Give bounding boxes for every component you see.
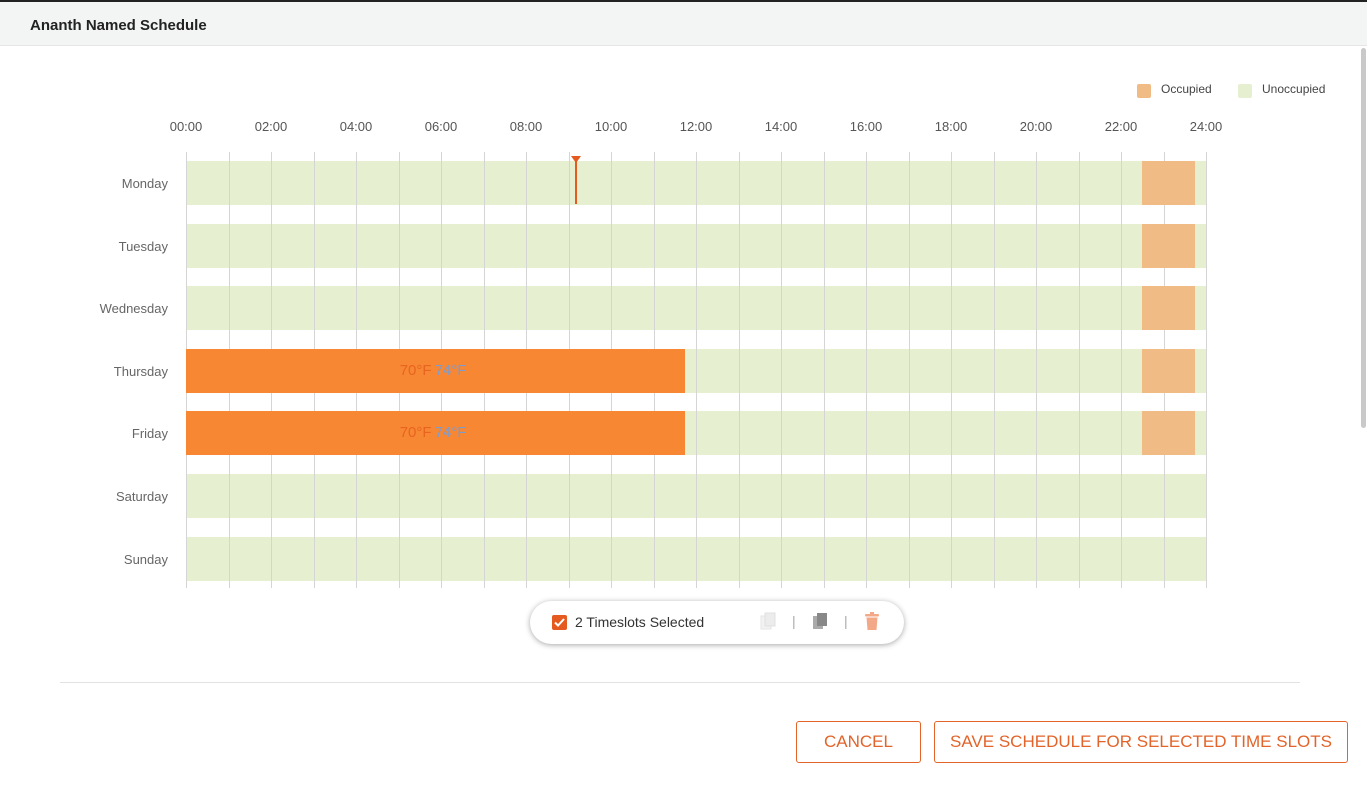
trash-icon[interactable] [864, 612, 880, 636]
save-schedule-button[interactable]: SAVE SCHEDULE FOR SELECTED TIME SLOTS [934, 721, 1348, 763]
copy-disabled-icon [760, 612, 776, 636]
occupied-timeslot[interactable] [1142, 348, 1196, 393]
occupied-timeslot[interactable] [1142, 286, 1196, 331]
hour-gridline [866, 152, 867, 588]
toolbar-separator: | [792, 613, 796, 629]
legend-unoccupied-label: Unoccupied [1262, 82, 1326, 96]
selection-toolbar: 2 Timeslots Selected | | [530, 601, 904, 644]
cancel-button[interactable]: CANCEL [796, 721, 921, 763]
hour-label: 10:00 [594, 119, 628, 134]
hour-label: 18:00 [934, 119, 968, 134]
day-label-monday: Monday [121, 176, 168, 191]
hour-label: 08:00 [509, 119, 543, 134]
hour-gridline [1121, 152, 1122, 588]
occupied-timeslot[interactable] [1142, 411, 1196, 456]
current-time-marker-head [570, 156, 581, 163]
occupied-timeslot[interactable] [1142, 223, 1196, 268]
hour-gridline [1036, 152, 1037, 588]
dialog-title: Ananth Named Schedule [30, 17, 207, 34]
legend-occupied-label: Occupied [1161, 82, 1212, 96]
hour-label: 20:00 [1019, 119, 1053, 134]
day-label-tuesday: Tuesday [118, 238, 168, 254]
hour-label: 00:00 [169, 119, 203, 134]
hour-gridline [824, 152, 825, 588]
high-temp-label: 74°F [434, 361, 467, 379]
occupied-timeslot[interactable] [1142, 161, 1196, 205]
hour-label: 24:00 [1189, 119, 1223, 134]
hour-label: 22:00 [1104, 119, 1138, 134]
hour-label: 14:00 [764, 119, 798, 134]
day-label-friday: Friday [131, 426, 168, 442]
select-all-checkbox[interactable] [552, 615, 567, 630]
high-temp-label: 74°F [434, 424, 467, 442]
scrollbar[interactable] [1361, 48, 1366, 428]
hour-gridline [739, 152, 740, 588]
hour-gridline [781, 152, 782, 588]
toolbar-separator: | [844, 613, 848, 629]
day-label-wednesday: Wednesday [99, 301, 168, 317]
legend-occupied-swatch [1137, 84, 1151, 98]
hour-gridline [1079, 152, 1080, 588]
hour-gridline [994, 152, 995, 588]
hour-gridline [1206, 152, 1207, 588]
dialog-header: Ananth Named Schedule [0, 0, 1367, 46]
hour-gridline [696, 152, 697, 588]
hour-label: 02:00 [254, 119, 288, 134]
hour-label: 12:00 [679, 119, 713, 134]
footer-divider [60, 682, 1300, 683]
hour-gridline [951, 152, 952, 588]
day-label-thursday: Thursday [113, 363, 168, 379]
hour-label: 16:00 [849, 119, 883, 134]
day-label-sunday: Sunday [123, 551, 168, 567]
hour-gridline [909, 152, 910, 588]
current-time-marker [574, 157, 577, 204]
day-label-saturday: Saturday [115, 489, 168, 504]
hour-label: 04:00 [339, 119, 373, 134]
low-temp-label: 70°F [399, 424, 432, 442]
paste-icon[interactable] [812, 612, 828, 636]
hour-label: 06:00 [424, 119, 458, 134]
selection-count-label: 2 Timeslots Selected [575, 614, 705, 630]
low-temp-label: 70°F [399, 361, 432, 379]
legend-unoccupied-swatch [1238, 84, 1252, 98]
